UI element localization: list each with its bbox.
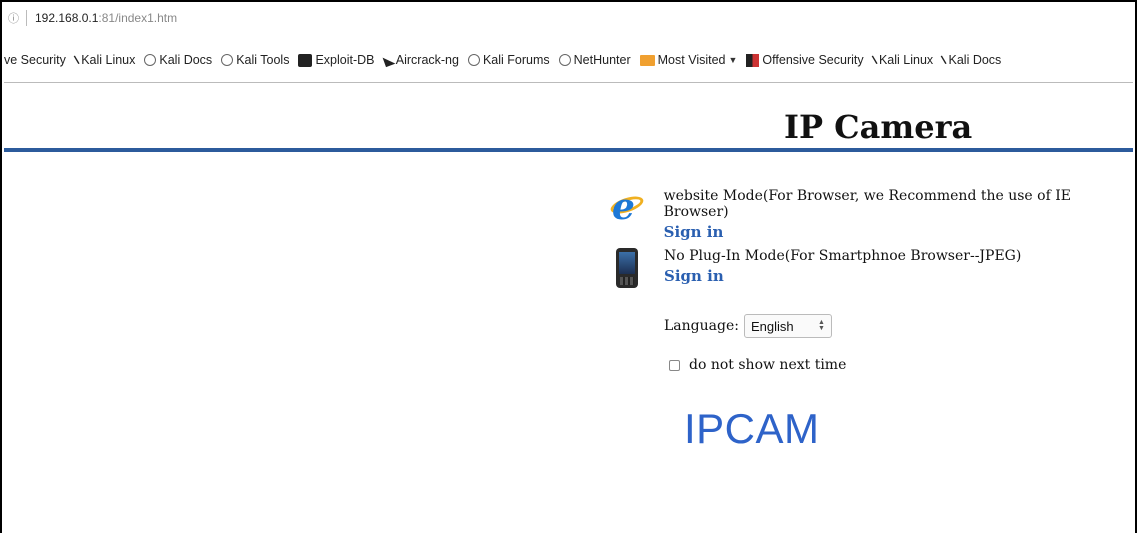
- bookmark-offensive-security[interactable]: Offensive Security: [746, 53, 864, 67]
- toolbar-divider: [4, 82, 1133, 83]
- do-not-show-row: do not show next time: [669, 357, 846, 373]
- bookmark-kali-tools[interactable]: Kali Tools: [221, 53, 289, 67]
- do-not-show-label: do not show next time: [689, 357, 847, 373]
- site-info-icon[interactable]: ⓘ: [8, 10, 20, 26]
- website-mode-description: website Mode(For Browser, we Recommend t…: [663, 188, 1071, 220]
- browser-window: ⓘ 192.168.0.1:81/index1.htm ve Security …: [0, 0, 1137, 533]
- ipcam-logo: IPCAM: [684, 405, 820, 452]
- bookmark-label: Kali Docs: [159, 53, 213, 67]
- page-title: IP Camera: [784, 108, 973, 146]
- bookmark-label: Aircrack-ng: [395, 53, 459, 67]
- do-not-show-checkbox[interactable]: [669, 359, 680, 371]
- kali-dragon-icon: \: [939, 52, 948, 68]
- language-label: Language:: [664, 318, 739, 334]
- bookmark-kali-forums[interactable]: Kali Forums: [467, 53, 550, 67]
- ie-browser-icon: e: [608, 188, 646, 228]
- website-mode-sign-in-link[interactable]: Sign in: [664, 223, 724, 241]
- bookmark-label: Exploit-DB: [315, 53, 375, 67]
- globe-icon: [221, 54, 234, 66]
- no-plugin-mode-row: No Plug-In Mode(For Smartphnoe Browser--…: [610, 248, 1021, 288]
- bookmarks-toolbar: ve Security \ Kali Linux Kali Docs Kali …: [4, 48, 1133, 72]
- url-path: :81/index1.htm: [98, 11, 178, 25]
- smartphone-icon: [610, 248, 644, 288]
- language-select[interactable]: English ▲ ▼: [743, 314, 832, 338]
- globe-icon: [558, 54, 571, 66]
- bookmark-label: Offensive Security: [762, 53, 864, 67]
- no-plugin-mode-sign-in-link[interactable]: Sign in: [664, 267, 724, 285]
- bookmark-kali-docs-2[interactable]: \ Kali Docs: [939, 52, 1002, 68]
- header-divider: [4, 148, 1133, 152]
- address-bar[interactable]: ⓘ 192.168.0.1:81/index1.htm: [4, 4, 1133, 32]
- bookmark-kali-docs[interactable]: Kali Docs: [144, 53, 212, 67]
- bookmark-kali-linux-2[interactable]: \ Kali Linux: [870, 52, 934, 68]
- aircrack-icon: ◣: [381, 51, 395, 69]
- globe-icon: [467, 54, 480, 66]
- bookmark-label: Kali Linux: [81, 53, 136, 67]
- bookmark-nethunter[interactable]: NetHunter: [558, 53, 631, 67]
- bookmark-label: Kali Linux: [878, 53, 934, 67]
- offsec-icon: [746, 53, 760, 67]
- bookmark-offensive-security-partial[interactable]: ve Security: [4, 53, 66, 67]
- bookmark-label: Kali Forums: [482, 53, 550, 67]
- bookmark-label: ve Security: [4, 53, 66, 67]
- exploit-db-icon: [298, 53, 313, 67]
- bookmark-most-visited[interactable]: Most Visited ▼: [639, 53, 738, 67]
- website-mode-row: e website Mode(For Browser, we Recommend…: [608, 188, 1135, 241]
- bookmark-kali-linux[interactable]: \ Kali Linux: [72, 52, 136, 68]
- bookmark-aircrack-ng[interactable]: ◣ Aircrack-ng: [381, 51, 459, 69]
- select-spinner-icon: ▲ ▼: [818, 319, 825, 332]
- bookmark-label: NetHunter: [573, 53, 631, 67]
- chevron-down-icon: ▼: [728, 55, 738, 65]
- address-separator: [26, 10, 27, 26]
- bookmark-exploit-db[interactable]: Exploit-DB: [298, 53, 375, 67]
- folder-icon: [639, 54, 655, 66]
- kali-dragon-icon: \: [870, 52, 879, 68]
- bookmark-label: Kali Docs: [948, 53, 1002, 67]
- bookmark-label: Kali Tools: [236, 53, 290, 67]
- language-selected-value: English: [750, 318, 794, 334]
- bookmark-label: Most Visited: [657, 53, 726, 67]
- globe-icon: [144, 54, 157, 66]
- language-row: Language: English ▲ ▼: [664, 314, 832, 338]
- url-host: 192.168.0.1: [35, 11, 99, 25]
- no-plugin-mode-description: No Plug-In Mode(For Smartphnoe Browser--…: [664, 248, 1022, 264]
- kali-dragon-icon: \: [72, 52, 81, 68]
